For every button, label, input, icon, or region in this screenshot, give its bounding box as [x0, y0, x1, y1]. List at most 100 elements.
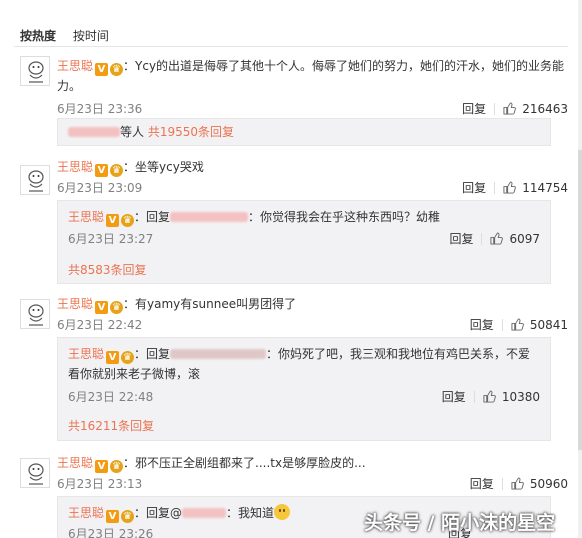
comment-meta: 6月23日 23:36 回复 216463 — [57, 98, 568, 120]
reply-summary-suffix: 等人 — [120, 125, 145, 139]
tab-hot[interactable]: 按热度 — [20, 27, 56, 44]
user-name-link[interactable]: 王思聪 — [57, 456, 93, 470]
verified-icon: V — [106, 351, 120, 364]
sort-tabs: 按热度 按时间 — [20, 27, 122, 44]
crown-icon: ♛ — [110, 164, 124, 177]
crown-icon: ♛ — [121, 214, 135, 227]
reply-box: 王思聪 V ♛ ：回复 ：你觉得我会在乎这种东西吗？幼稚 6月23日 23:27 回复 6… — [57, 200, 551, 284]
divider — [501, 478, 503, 490]
divider — [494, 182, 496, 194]
comment-time: 6月23日 23:13 — [57, 477, 143, 491]
like-count: 50960 — [529, 477, 568, 491]
reply-text: 王思聪 V ♛ ：回复 ：你妈死了吧，我三观和我地位有鸡巴关系，不爱看你就别来老子微博，… — [68, 344, 540, 384]
divider — [481, 233, 483, 245]
user-name-link[interactable]: 王思聪 — [57, 297, 93, 311]
view-replies: 共8583条回复 — [68, 260, 540, 280]
reply-meta: 6月23日 23:27 回复 6097 — [68, 228, 540, 250]
like-count: 50841 — [529, 318, 568, 332]
divider — [494, 103, 496, 115]
divider — [473, 391, 475, 403]
thumbs-up-icon[interactable] — [511, 477, 524, 490]
thumbs-up-icon[interactable] — [503, 102, 517, 115]
user-name-link[interactable]: 王思聪 — [57, 160, 93, 174]
view-replies: 共16211条回复 — [68, 416, 540, 436]
crown-icon: ♛ — [110, 460, 124, 473]
like-count: 6097 — [509, 232, 540, 246]
comment-time: 6月23日 22:42 — [57, 318, 143, 332]
reply-button[interactable]: 回复 — [470, 318, 494, 332]
reply-button[interactable]: 回复 — [462, 181, 486, 195]
scrollbar-track[interactable] — [578, 0, 582, 538]
reply-content: ：我知道 — [226, 506, 275, 520]
reply-prefix: ：回复 — [134, 347, 171, 361]
comment-item: 王思聪 V ♛ ：邪不压正全剧组都来了....tx是够厚脸皮的... 6月23日 23… — [20, 453, 568, 491]
blurred-username — [170, 212, 249, 222]
view-replies-link[interactable]: 共16211条回复 — [68, 419, 154, 433]
verified-icon: V — [95, 164, 109, 177]
reply-meta: 6月23日 22:48 回复 10380 — [68, 386, 540, 408]
tabs-divider — [14, 46, 568, 47]
avatar[interactable] — [20, 56, 50, 86]
reply-summary[interactable]: 等人 共19550条回复 — [68, 122, 540, 142]
comment-meta: 6月23日 23:09 回复 114754 — [57, 177, 568, 199]
comment-meta: 6月23日 22:42 回复 50841 — [57, 314, 568, 336]
blurred-username — [182, 508, 227, 518]
comment-content: ：坐等ycy哭戏 — [123, 160, 204, 174]
verified-icon: V — [95, 63, 109, 76]
verified-icon: V — [106, 214, 120, 227]
user-name-link[interactable]: 王思聪 — [57, 59, 93, 73]
tab-time[interactable]: 按时间 — [73, 27, 109, 44]
crown-icon: ♛ — [110, 301, 124, 314]
comment-text: 王思聪 V ♛ ：有yamy有sunnee叫男团得了 — [57, 294, 568, 314]
comment-item: 王思聪 V ♛ ：有yamy有sunnee叫男团得了 6月23日 22:42 回复 50… — [20, 294, 568, 332]
smile-emoji-icon — [274, 504, 291, 520]
reply-content: ：你觉得我会在乎这种东西吗？幼稚 — [248, 210, 441, 224]
reply-summary-box: 等人 共19550条回复 — [57, 118, 551, 146]
comment-meta: 6月23日 23:13 回复 50960 — [57, 473, 568, 495]
thumbs-up-icon[interactable] — [503, 181, 517, 194]
watermark: 头条号 / 陌小沫的星空 — [364, 512, 556, 534]
comment-text: 王思聪 V ♛ ：邪不压正全剧组都来了....tx是够厚脸皮的... — [57, 453, 568, 473]
crown-icon: ♛ — [121, 351, 135, 364]
comment-item: 王思聪 V ♛ ：坐等ycy哭戏 6月23日 23:09 回复 114754 — [20, 157, 568, 195]
like-count: 114754 — [522, 181, 568, 195]
view-replies-link[interactable]: 共19550条回复 — [148, 125, 234, 139]
reply-time: 6月23日 23:26 — [68, 527, 154, 538]
comment-time: 6月23日 23:36 — [57, 102, 143, 116]
reply-time: 6月23日 22:48 — [68, 390, 154, 404]
reply-text: 王思聪 V ♛ ：回复 ：你觉得我会在乎这种东西吗？幼稚 — [68, 207, 540, 227]
like-count: 216463 — [522, 102, 568, 116]
scrollbar-thumb[interactable] — [578, 150, 582, 450]
thumbs-up-icon[interactable] — [483, 390, 496, 403]
reply-user-name[interactable]: 王思聪 — [68, 347, 104, 361]
comment-time: 6月23日 23:09 — [57, 181, 143, 195]
comment-content: ：有yamy有sunnee叫男团得了 — [123, 297, 297, 311]
blurred-username — [68, 127, 120, 137]
avatar[interactable] — [20, 458, 50, 488]
comment-content: ：Ycy的出道是侮辱了其他十个人。侮辱了她们的努力，她们的汗水，她们的业务能力。 — [57, 59, 565, 93]
crown-icon: ♛ — [110, 63, 124, 76]
reply-box: 王思聪 V ♛ ：回复 ：你妈死了吧，我三观和我地位有鸡巴关系，不爱看你就别来老子微博，… — [57, 337, 551, 441]
like-count: 10380 — [501, 390, 540, 404]
thumbs-up-icon[interactable] — [490, 232, 504, 245]
reply-button[interactable]: 回复 — [462, 102, 486, 116]
divider — [501, 319, 503, 331]
avatar[interactable] — [20, 299, 50, 329]
avatar[interactable] — [20, 165, 50, 195]
verified-icon: V — [95, 301, 109, 314]
reply-user-name[interactable]: 王思聪 — [68, 506, 104, 520]
thumbs-up-icon[interactable] — [511, 318, 524, 331]
verified-icon: V — [95, 460, 109, 473]
reply-time: 6月23日 23:27 — [68, 232, 154, 246]
reply-button[interactable]: 回复 — [442, 390, 466, 404]
comment-text: 王思聪 V ♛ ：坐等ycy哭戏 — [57, 157, 568, 177]
view-replies-link[interactable]: 共8583条回复 — [68, 263, 147, 277]
comment-content: ：邪不压正全剧组都来了....tx是够厚脸皮的... — [123, 456, 366, 470]
reply-button[interactable]: 回复 — [470, 477, 494, 491]
reply-prefix: ：回复@ — [134, 506, 183, 520]
comment-text: 王思聪 V ♛ ：Ycy的出道是侮辱了其他十个人。侮辱了她们的努力，她们的汗水，她们的… — [57, 56, 568, 96]
reply-button[interactable]: 回复 — [449, 232, 473, 246]
crown-icon: ♛ — [121, 510, 135, 523]
reply-prefix: ：回复 — [134, 210, 171, 224]
reply-user-name[interactable]: 王思聪 — [68, 210, 104, 224]
